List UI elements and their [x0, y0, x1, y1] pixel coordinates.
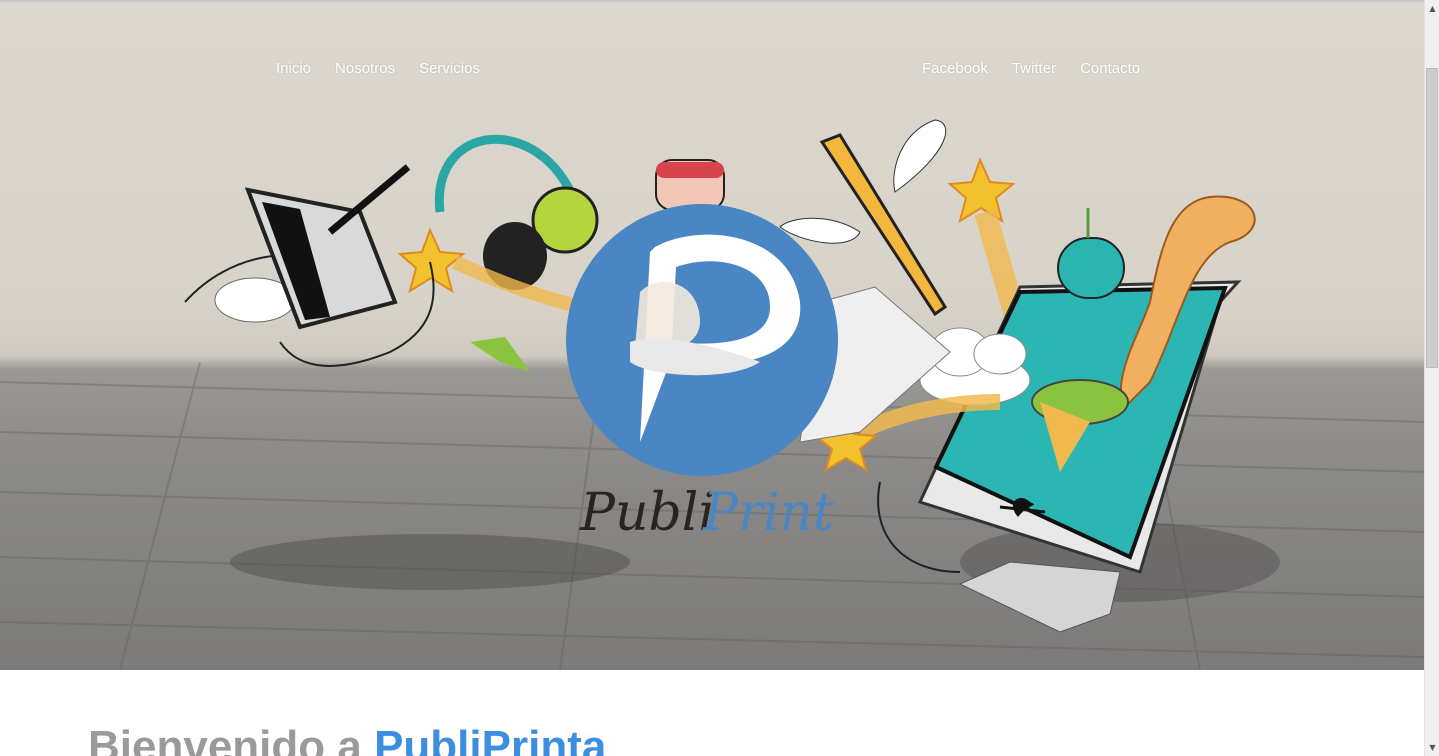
logo-wordmark-blue: Print [702, 483, 834, 543]
nav-link-facebook[interactable]: Facebook [922, 60, 988, 77]
nav-link-twitter[interactable]: Twitter [1012, 60, 1056, 77]
nav-link-nosotros[interactable]: Nosotros [335, 60, 395, 77]
nav-link-contacto[interactable]: Contacto [1080, 60, 1140, 77]
hero-banner: Publi Print Inicio Nosotros Servicios Fa… [0, 2, 1424, 670]
tablet-illustration [184, 164, 411, 330]
origami-bird [470, 337, 530, 372]
star-smiley [947, 157, 1016, 224]
scroll-down-arrow-icon[interactable]: ▼ [1425, 739, 1439, 756]
welcome-prefix: Bienvenido a [88, 722, 375, 756]
nav-link-inicio[interactable]: Inicio [276, 60, 311, 77]
scroll-thumb[interactable] [1426, 68, 1438, 368]
welcome-heading: Bienvenido a PubliPrinta [88, 722, 606, 756]
welcome-brand: PubliPrinta [374, 722, 607, 756]
green-monster [1057, 208, 1125, 299]
nav-link-servicios[interactable]: Servicios [419, 60, 480, 77]
hero-illustration: Publi Print [0, 119, 1424, 670]
scroll-up-arrow-icon[interactable]: ▲ [1425, 0, 1439, 17]
logo-wordmark-dark: Publi [579, 483, 715, 543]
star-left [397, 227, 466, 294]
floor-shadow [230, 534, 630, 590]
cloud-right [919, 327, 1031, 406]
page-viewport: Publi Print Inicio Nosotros Servicios Fa… [0, 0, 1424, 756]
ninja-character [655, 159, 725, 211]
nav-left: Inicio Nosotros Servicios [276, 60, 480, 77]
vertical-scrollbar[interactable]: ▲ ▼ [1424, 0, 1439, 756]
nav-right: Facebook Twitter Contacto [922, 60, 1140, 77]
publiprint-logo [566, 204, 838, 476]
